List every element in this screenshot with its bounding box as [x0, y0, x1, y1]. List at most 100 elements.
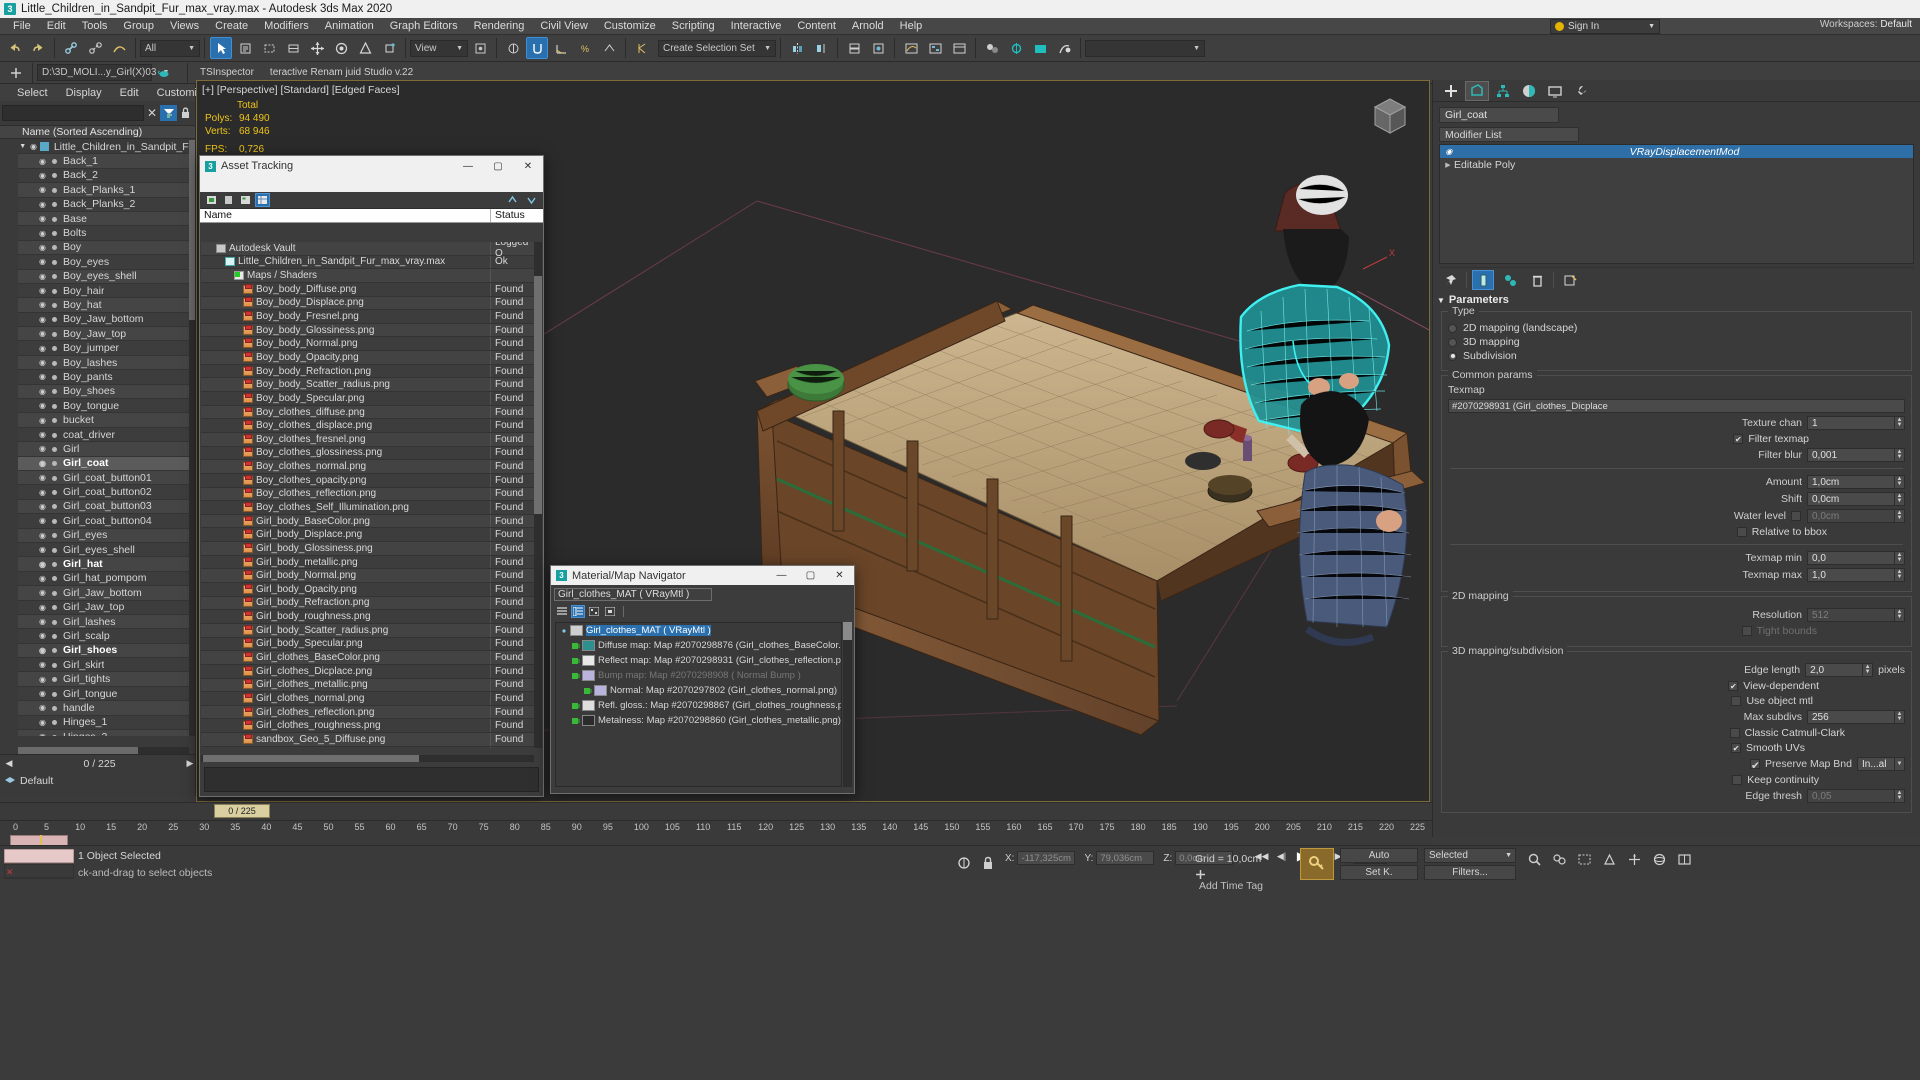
eye-icon[interactable]: ◉	[36, 257, 49, 266]
timeline-ruler[interactable]: 0 5 10 15 20 25 30 35 40 45 50 55 60 65 70 75 80 85 90 95 10…	[0, 820, 1432, 834]
prev-frame-icon[interactable]: ◀	[4, 758, 14, 769]
amount-field[interactable]: Amount 1,0cm ▲ ▼	[1448, 475, 1905, 489]
filter-blur-value[interactable]: 0,001	[1807, 448, 1895, 462]
zoom-extents-icon[interactable]	[1575, 850, 1593, 868]
render-toggle-icon[interactable]	[49, 587, 60, 599]
tab-utilities[interactable]	[1569, 81, 1593, 101]
render-toggle-icon[interactable]	[49, 529, 60, 541]
scene-explorer[interactable]: Select Display Edit Customize ✕ Name (Sorte…	[0, 84, 209, 796]
scene-explorer-item[interactable]: ◉ coat_driver	[18, 427, 189, 443]
spinner-icon[interactable]: ▲ ▼	[1895, 492, 1905, 506]
menu-item-content[interactable]: Content	[789, 18, 844, 35]
remove-modifier-icon[interactable]	[1526, 270, 1548, 290]
asset-tracking-row[interactable]: Girl_body_BaseColor.png Found	[201, 514, 535, 529]
add-time-tag-button[interactable]: Add Time Tag	[1195, 869, 1263, 892]
eye-icon[interactable]: ◉	[36, 560, 49, 569]
asset-tracking-row[interactable]: Girl_body_Glossiness.png Found	[201, 542, 535, 556]
classic-catmull-clark-checkbox[interactable]: Classic Catmull-Clark	[1448, 727, 1905, 739]
render-toggle-icon[interactable]	[49, 616, 60, 628]
scene-explorer-item[interactable]: ◉ Boy_jumper	[18, 341, 189, 356]
asset-tracking-row[interactable]: Boy_clothes_reflection.png Found	[201, 487, 535, 502]
maximize-icon[interactable]: ▢	[796, 566, 825, 585]
axis-value[interactable]: -117,325cm	[1017, 851, 1076, 865]
select-and-manipulate-icon[interactable]	[502, 37, 524, 59]
eye-icon[interactable]: ◉	[36, 459, 49, 468]
rectangular-selection-icon[interactable]	[258, 37, 280, 59]
scene-explorer-hscrollbar[interactable]	[18, 747, 189, 754]
scene-explorer-item[interactable]: ◉ Girl_Jaw_bottom	[18, 586, 189, 601]
pan-view-icon[interactable]	[1625, 850, 1643, 868]
eye-icon[interactable]: ◉	[36, 372, 49, 381]
render-toggle-icon[interactable]	[49, 357, 60, 369]
eye-icon[interactable]: ◉	[36, 718, 49, 727]
scene-explorer-item[interactable]: ◉ bucket	[18, 413, 189, 428]
object-name-field[interactable]: Girl_coat	[1439, 107, 1559, 123]
eye-icon[interactable]: ◉	[36, 214, 49, 223]
scene-explorer-item[interactable]: ◉ Back_Planks_1	[18, 183, 189, 198]
expand-all-icon[interactable]	[505, 193, 520, 207]
render-toggle-icon[interactable]	[49, 515, 60, 527]
axis-value[interactable]: 79,036cm	[1096, 851, 1155, 865]
eye-icon[interactable]: ◉	[36, 574, 49, 583]
scene-explorer-menubar[interactable]: Select Display Edit Customize	[0, 84, 209, 101]
coordinate-field[interactable]: X: -117,325cm	[1005, 851, 1076, 865]
redo-icon[interactable]	[27, 37, 49, 59]
interactive-rename-label[interactable]: teractive Renam juid Studio v.22	[262, 67, 421, 78]
menu-item-arnold[interactable]: Arnold	[844, 18, 892, 35]
relative-to-bbox-checkbox[interactable]: Relative to bbox	[1448, 526, 1905, 538]
asset-tracking-dialog[interactable]: 3 Asset Tracking — ▢ ✕ Name Status Autod…	[199, 155, 544, 797]
scene-explorer-item[interactable]: ◉ Girl_scalp	[18, 629, 189, 644]
asset-tracking-window-buttons[interactable]: — ▢ ✕	[453, 156, 543, 176]
zoom-all-icon[interactable]	[1550, 850, 1568, 868]
menu-item-file[interactable]: File	[5, 18, 39, 35]
minimize-icon[interactable]: —	[453, 156, 483, 176]
pin-stack-icon[interactable]	[1439, 270, 1461, 290]
spinner-icon[interactable]: ▲ ▼	[1895, 509, 1905, 523]
keep-continuity-checkbox[interactable]: Keep continuity	[1448, 774, 1905, 786]
render-toggle-icon[interactable]	[49, 659, 60, 671]
tab-display[interactable]	[1543, 81, 1567, 101]
material-tree-node[interactable]: Reflect map: Map #2070298931 (Girl_cloth…	[556, 653, 841, 668]
eye-icon[interactable]: ◉	[36, 516, 49, 525]
absolute-relative-icon[interactable]	[955, 854, 973, 872]
asset-tracking-row[interactable]: Boy_clothes_opacity.png Found	[201, 473, 535, 488]
render-toggle-icon[interactable]	[49, 241, 60, 253]
texmap-max-field[interactable]: Texmap max 1,0 ▲ ▼	[1448, 568, 1905, 582]
spinner-icon[interactable]: ▲ ▼	[1895, 448, 1905, 462]
close-icon[interactable]: ✕	[825, 566, 854, 585]
asset-tracking-toolbar-right[interactable]	[505, 193, 543, 207]
selection-filter-dropdown[interactable]: All ▼	[140, 39, 200, 57]
eye-icon[interactable]: ◉	[36, 603, 49, 612]
scene-explorer-item[interactable]: ◉ Boy_hat	[18, 298, 189, 313]
render-production-icon[interactable]	[1053, 37, 1075, 59]
lock-icon[interactable]	[177, 105, 193, 121]
view-dependent-checkbox[interactable]: ✔ View-dependent	[1448, 680, 1905, 692]
maxscript-mini-listener[interactable]: ✕	[4, 849, 74, 879]
scene-explorer-item[interactable]: ◉ Back_Planks_2	[18, 197, 189, 212]
modifier-stack-buttons[interactable]	[1439, 267, 1914, 290]
list-view-icon[interactable]	[221, 193, 236, 207]
render-toggle-icon[interactable]	[49, 198, 60, 210]
render-toggle-icon[interactable]	[49, 673, 60, 685]
scene-explorer-item[interactable]: ◉ Back_2	[18, 168, 189, 184]
render-toggle-icon[interactable]	[49, 558, 60, 570]
render-toggle-icon[interactable]	[49, 270, 60, 282]
tab-create[interactable]	[1439, 81, 1463, 101]
material-tree-node[interactable]: Girl_clothes_MAT ( VRayMtl )	[556, 623, 841, 638]
checkbox-icon[interactable]	[1731, 696, 1742, 706]
render-toggle-icon[interactable]	[49, 256, 60, 268]
scene-explorer-footer-buttons[interactable]: ◀ 0 / 225 ▶	[0, 755, 195, 772]
asset-tracking-row[interactable]: Boy_body_Refraction.png Found	[201, 364, 535, 379]
material-tree-node[interactable]: Refl. gloss.: Map #2070298867 (Girl_clot…	[556, 698, 841, 713]
render-toggle-icon[interactable]	[49, 414, 60, 426]
checkbox-icon[interactable]: ✔	[1731, 743, 1742, 753]
render-toggle-icon[interactable]	[49, 299, 60, 311]
scene-explorer-item[interactable]: ◉ Boy_lashes	[18, 355, 189, 371]
render-toggle-icon[interactable]	[49, 400, 60, 412]
search-input[interactable]	[2, 105, 144, 121]
layer-manager-icon[interactable]	[948, 37, 970, 59]
spinner-icon[interactable]: ▲ ▼	[1895, 475, 1905, 489]
preserve-map-bnd-value[interactable]: In...al	[1857, 757, 1895, 771]
field-of-view-icon[interactable]	[1600, 850, 1618, 868]
eye-icon[interactable]: ◉	[36, 171, 49, 180]
